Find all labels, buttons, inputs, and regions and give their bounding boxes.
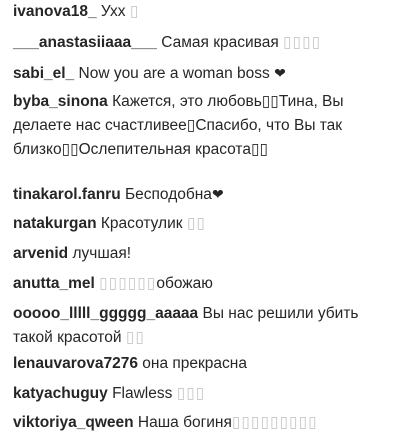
comment-username[interactable]: sabi_el_: [13, 65, 74, 82]
comment-item: viktoriya_qween Наша богиня▯▯▯▯▯▯▯▯▯: [13, 411, 397, 435]
comment-username[interactable]: tinakarol.fanru: [13, 186, 121, 203]
comment-username[interactable]: ivanova18_: [13, 3, 97, 20]
emoji-placeholder: ▯▯▯▯: [283, 34, 322, 51]
comment-item: lenauvarova7276 она прекрасна: [13, 352, 397, 376]
comment-text: Красотулик: [100, 215, 183, 232]
heart-icon: ❤: [211, 186, 224, 202]
comment-username[interactable]: lenauvarova7276: [13, 355, 138, 372]
comment-username[interactable]: arvenid: [13, 245, 68, 262]
comments-list: ivanova18_ Ухх ▯ ___anastasiiaaa___ Сама…: [0, 0, 401, 436]
comment-username[interactable]: natakurgan: [13, 215, 97, 232]
comment-item: ___anastasiiaaa___ Самая красивая ▯▯▯▯: [13, 31, 397, 55]
comment-text: Бесподобна: [124, 186, 212, 203]
emoji-placeholder: ▯▯: [186, 215, 206, 232]
comment-item: byba_sinona Кажется, это любовь▯▯Тина, В…: [13, 90, 397, 162]
emoji-placeholder: ▯▯▯: [176, 385, 206, 402]
comment-item: katyachuguy Flawless ▯▯▯: [13, 382, 397, 406]
comment-username[interactable]: anutta_mel: [13, 275, 95, 292]
comment-text: Flawless: [112, 385, 173, 402]
comment-item: tinakarol.fanru Бесподобна❤: [13, 182, 397, 207]
heart-icon: ❤: [274, 65, 286, 81]
comment-username[interactable]: ooooo_lllll_ggggg_aaaaa: [13, 305, 198, 322]
emoji-placeholder: ▯▯▯▯▯▯: [99, 275, 157, 292]
comment-username[interactable]: viktoriya_qween: [13, 414, 134, 431]
comment-item: sabi_el_ Now you are a woman boss ❤: [13, 61, 397, 86]
emoji-placeholder: ▯: [129, 3, 140, 20]
comment-item: ivanova18_ Ухх ▯: [13, 0, 397, 24]
comment-item: ooooo_lllll_ggggg_aaaaa Вы нас решили уб…: [13, 302, 397, 350]
comment-text: Самая красивая: [161, 34, 279, 51]
emoji-placeholder: ▯▯: [125, 329, 145, 346]
emoji-placeholder: ▯▯▯▯▯▯▯▯▯: [231, 414, 318, 431]
comment-item: anutta_mel ▯▯▯▯▯▯обожаю: [13, 272, 397, 296]
comment-text: обожаю: [156, 275, 213, 292]
comment-text: Наша богиня: [137, 414, 232, 431]
comment-text: Now you are a woman boss: [78, 65, 270, 82]
comment-username[interactable]: ___anastasiiaaa___: [13, 34, 157, 51]
comment-item: arvenid лучшая!: [13, 242, 397, 266]
comment-text: она прекрасна: [142, 355, 247, 372]
comment-username[interactable]: byba_sinona: [13, 93, 108, 110]
comment-text: Ухх: [100, 3, 126, 20]
comment-text: лучшая!: [72, 245, 132, 262]
comment-item: natakurgan Красотулик ▯▯: [13, 212, 397, 236]
comment-username[interactable]: katyachuguy: [13, 385, 108, 402]
